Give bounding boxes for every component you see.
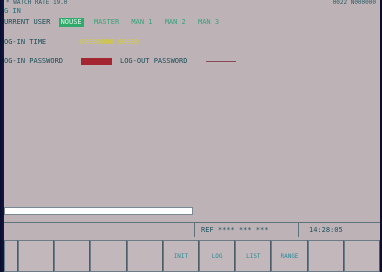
input-progress-bar: [4, 207, 193, 215]
login-time-row: OG-IN TIME 00000000 00000: [4, 38, 139, 47]
login-password-label: OG-IN PASSWORD: [4, 57, 64, 65]
current-user-row: URRENT USER NOUSE MASTER MAN 1 MAN 2 MAN…: [4, 18, 221, 27]
header-right-text: 0022 N000000: [332, 0, 376, 6]
softkey-range[interactable]: RANGE: [271, 240, 308, 272]
login-time-value: 00000000 00000: [80, 38, 140, 46]
user-option-master[interactable]: MASTER: [92, 18, 121, 27]
login-password-field[interactable]: [81, 58, 112, 65]
softkey-list[interactable]: LIST: [235, 240, 272, 272]
softkey-return[interactable]: [4, 240, 18, 272]
clock-display: 14:28:05: [298, 223, 380, 237]
password-row: OG-IN PASSWORD LOG-OUT PASSWORD: [4, 57, 236, 66]
monitor-frame: * WATCH RATE 19.0 0022 N000000 G IN URRE…: [0, 0, 382, 272]
softkey-10[interactable]: [343, 240, 380, 272]
ref-status: REF **** *** ***: [194, 223, 298, 237]
current-user-label: URRENT USER: [4, 18, 51, 26]
login-time-label: OG-IN TIME: [4, 38, 47, 46]
softkey-3[interactable]: [90, 240, 127, 272]
softkey-bar: INIT LOG LIST RANGE: [4, 240, 380, 272]
user-option-nouse[interactable]: NOUSE: [58, 18, 84, 27]
logout-password-label: LOG-OUT PASSWORD: [120, 57, 188, 65]
softkey-log[interactable]: LOG: [199, 240, 236, 272]
logout-password-field[interactable]: [206, 61, 236, 62]
user-option-man-2[interactable]: MAN 2: [163, 18, 188, 27]
screen-header: * WATCH RATE 19.0 0022 N000000: [4, 0, 380, 7]
softkey-1[interactable]: [18, 240, 55, 272]
user-option-man-1[interactable]: MAN 1: [129, 18, 154, 27]
softkey-4[interactable]: [126, 240, 163, 272]
header-left-text: * WATCH RATE 19.0: [6, 0, 68, 6]
user-option-man-3[interactable]: MAN 3: [196, 18, 221, 27]
softkey-init[interactable]: INIT: [162, 240, 200, 272]
page-title: G IN: [4, 7, 21, 15]
softkey-9[interactable]: [307, 240, 344, 272]
softkey-2[interactable]: [54, 240, 91, 272]
cnc-screen: * WATCH RATE 19.0 0022 N000000 G IN URRE…: [4, 0, 380, 272]
